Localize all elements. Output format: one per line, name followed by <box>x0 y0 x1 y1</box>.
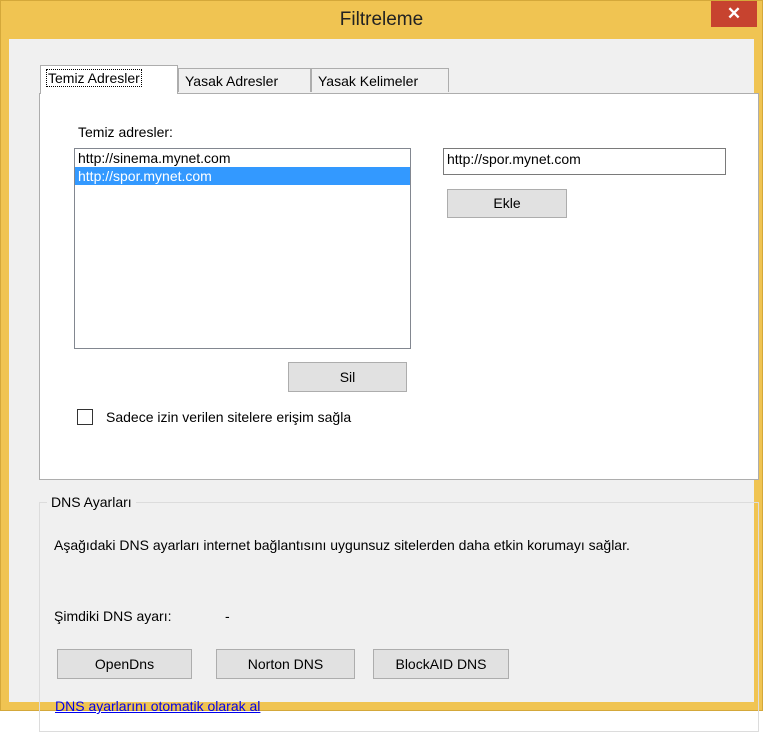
delete-button[interactable]: Sil <box>288 362 407 392</box>
close-icon: ✕ <box>726 4 742 23</box>
dns-group-title: DNS Ayarları <box>47 494 136 510</box>
filter-window: Filtreleme ✕ Temiz Adresler Yasak Adresl… <box>0 0 763 732</box>
norton-dns-button[interactable]: Norton DNS <box>216 649 355 679</box>
blockaid-dns-button[interactable]: BlockAID DNS <box>373 649 509 679</box>
dns-settings-group: DNS Ayarları Aşağıdaki DNS ayarları inte… <box>39 494 759 732</box>
current-dns-label: Şimdiki DNS ayarı: <box>54 608 172 624</box>
current-dns-value: - <box>225 608 230 624</box>
only-allowed-sites-label: Sadece izin verilen sitelere erişim sağl… <box>106 409 352 425</box>
tab-yasak-adresler[interactable]: Yasak Adresler <box>178 68 311 92</box>
address-input[interactable]: http://spor.mynet.com <box>443 148 726 175</box>
list-item[interactable]: http://sinema.mynet.com <box>75 149 410 167</box>
window-client-area: Temiz Adresler Yasak Adresler Yasak Keli… <box>9 39 759 732</box>
list-item[interactable]: http://spor.mynet.com <box>75 167 410 185</box>
auto-dns-link[interactable]: DNS ayarlarını otomatik olarak al <box>55 698 260 714</box>
tab-panel-temiz-adresler: Temiz adresler: http://sinema.mynet.com … <box>39 93 759 480</box>
clean-addresses-list[interactable]: http://sinema.mynet.com http://spor.myne… <box>74 148 411 349</box>
dns-description: Aşağıdaki DNS ayarları internet bağlantı… <box>54 537 630 553</box>
tab-label: Yasak Kelimeler <box>318 73 419 89</box>
title-bar[interactable]: Filtreleme ✕ <box>1 1 762 39</box>
window-title: Filtreleme <box>339 9 424 30</box>
tab-label: Temiz Adresler <box>46 69 142 87</box>
tab-yasak-kelimeler[interactable]: Yasak Kelimeler <box>311 68 449 92</box>
opendns-button[interactable]: OpenDns <box>57 649 192 679</box>
clean-addresses-label: Temiz adresler: <box>78 124 173 140</box>
tab-label: Yasak Adresler <box>185 73 279 89</box>
tab-temiz-adresler[interactable]: Temiz Adresler <box>40 65 178 94</box>
close-button[interactable]: ✕ <box>711 1 757 27</box>
only-allowed-sites-checkbox[interactable] <box>77 409 93 425</box>
add-button[interactable]: Ekle <box>447 189 567 218</box>
